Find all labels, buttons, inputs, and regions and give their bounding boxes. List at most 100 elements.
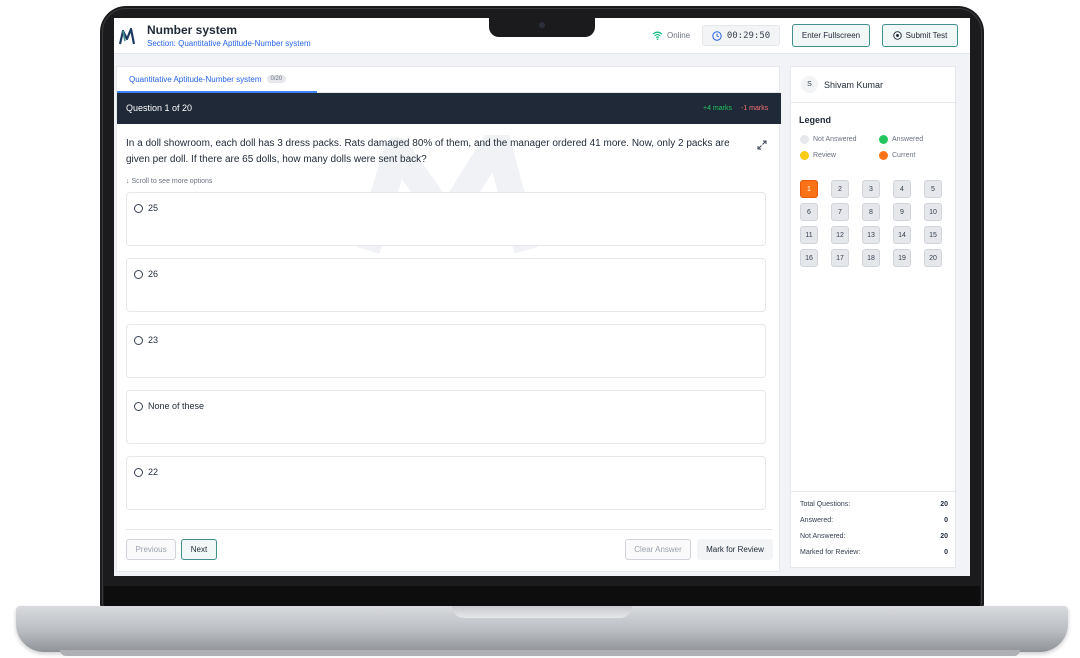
question-palette-button[interactable]: 10 bbox=[924, 203, 942, 221]
question-palette-grid: 1 2 3 4 5 6 7 8 9 10 11 12 13 14 15 16 17 18 19 20 bbox=[800, 180, 950, 267]
stat-label: Not Answered: bbox=[800, 532, 846, 540]
previous-button[interactable]: Previous bbox=[126, 539, 176, 560]
camera-icon bbox=[539, 22, 545, 28]
enter-fullscreen-button[interactable]: Enter Fullscreen bbox=[792, 24, 870, 47]
tab-label: Quantitative Aptitude-Number system bbox=[129, 74, 262, 84]
scroll-hint: ↓ Scroll to see more options bbox=[126, 178, 213, 185]
legend-title: Legend bbox=[799, 115, 832, 125]
stat-total-questions: Total Questions: 20 bbox=[791, 496, 957, 512]
page-title: Number system bbox=[147, 23, 238, 37]
close-circle-icon bbox=[892, 31, 902, 40]
laptop-base bbox=[16, 606, 1068, 652]
radio-button[interactable] bbox=[134, 402, 143, 411]
tab-quantitative-aptitude[interactable]: Quantitative Aptitude-Number system 0/20 bbox=[117, 67, 317, 93]
legend-current: Current bbox=[879, 151, 915, 160]
mark-for-review-button[interactable]: Mark for Review bbox=[697, 539, 773, 560]
question-palette-button[interactable]: 12 bbox=[831, 226, 849, 244]
bottom-bezel bbox=[104, 586, 980, 608]
laptop-base-shadow bbox=[60, 650, 1020, 656]
question-palette-button[interactable]: 2 bbox=[831, 180, 849, 198]
submit-test-label: Submit Test bbox=[905, 31, 948, 40]
submit-test-button[interactable]: Submit Test bbox=[882, 24, 958, 47]
question-palette-button[interactable]: 5 bbox=[924, 180, 942, 198]
countdown-timer: 00:29:50 bbox=[702, 25, 780, 46]
option-3[interactable]: 23 bbox=[126, 324, 766, 378]
online-label: Online bbox=[667, 31, 691, 40]
question-palette-sidebar: S Shivam Kumar Legend Not Answered Answe… bbox=[790, 66, 957, 568]
question-palette-button[interactable]: 13 bbox=[862, 226, 880, 244]
user-name: Shivam Kumar bbox=[824, 80, 884, 90]
section-subtitle: Section: Quantitative Aptitude-Number sy… bbox=[147, 39, 311, 48]
stat-value: 20 bbox=[940, 500, 948, 508]
question-text: In a doll showroom, each doll has 3 dres… bbox=[126, 138, 730, 165]
question-palette-button[interactable]: 7 bbox=[831, 203, 849, 221]
legend-answered: Answered bbox=[879, 135, 923, 144]
question-palette-button[interactable]: 3 bbox=[862, 180, 880, 198]
radio-button[interactable] bbox=[134, 270, 143, 279]
app-logo-icon bbox=[119, 27, 135, 45]
legend-review: Review bbox=[800, 151, 836, 160]
question-palette-button[interactable]: 18 bbox=[862, 249, 880, 267]
camera-notch bbox=[489, 18, 595, 37]
option-label: None of these bbox=[148, 401, 205, 411]
radio-button[interactable] bbox=[134, 468, 143, 477]
legend-label: Review bbox=[813, 152, 836, 159]
footer-divider bbox=[126, 529, 772, 530]
connection-status: Online bbox=[652, 31, 690, 40]
question-palette-button[interactable]: 11 bbox=[800, 226, 818, 244]
question-header: Question 1 of 20 +4 marks -1 marks bbox=[117, 93, 781, 124]
timer-value: 00:29:50 bbox=[726, 30, 771, 41]
tab-progress-badge: 0/20 bbox=[266, 75, 287, 83]
legend-label: Not Answered bbox=[813, 136, 857, 143]
stat-value: 20 bbox=[940, 532, 948, 540]
next-button[interactable]: Next bbox=[181, 539, 217, 560]
option-label: 25 bbox=[148, 203, 159, 213]
clock-icon bbox=[712, 30, 722, 41]
radio-button[interactable] bbox=[134, 204, 143, 213]
trackpad-notch bbox=[452, 606, 632, 618]
stat-value: 0 bbox=[944, 548, 948, 556]
option-label: 22 bbox=[148, 467, 159, 477]
wifi-icon bbox=[652, 31, 663, 40]
stat-label: Total Questions: bbox=[800, 500, 851, 508]
stat-value: 0 bbox=[944, 516, 948, 524]
legend-not-answered: Not Answered bbox=[800, 135, 857, 144]
legend-label: Answered bbox=[892, 136, 924, 143]
question-palette-button[interactable]: 8 bbox=[862, 203, 880, 221]
clear-answer-button[interactable]: Clear Answer bbox=[625, 539, 691, 560]
question-palette-button[interactable]: 14 bbox=[893, 226, 911, 244]
question-panel: Quantitative Aptitude-Number system 0/20… bbox=[116, 66, 781, 572]
avatar: S bbox=[801, 76, 818, 93]
question-palette-button[interactable]: 15 bbox=[924, 226, 942, 244]
radio-button[interactable] bbox=[134, 336, 143, 345]
answered-dot-icon bbox=[879, 135, 888, 144]
question-palette-button[interactable]: 19 bbox=[893, 249, 911, 267]
screen: Number system Section: Quantitative Apti… bbox=[114, 18, 970, 576]
option-1[interactable]: 25 bbox=[126, 192, 766, 246]
review-dot-icon bbox=[800, 151, 809, 160]
question-number: Question 1 of 20 bbox=[126, 103, 193, 113]
question-palette-button[interactable]: 4 bbox=[893, 180, 911, 198]
current-dot-icon bbox=[879, 151, 888, 160]
question-palette-button[interactable]: 17 bbox=[831, 249, 849, 267]
user-info: S Shivam Kumar bbox=[791, 67, 957, 103]
option-2[interactable]: 26 bbox=[126, 258, 766, 312]
question-palette-button[interactable]: 1 bbox=[800, 180, 818, 198]
question-palette-button[interactable]: 9 bbox=[893, 203, 911, 221]
not-answered-dot-icon bbox=[800, 135, 809, 144]
stat-label: Marked for Review: bbox=[800, 548, 861, 556]
option-5[interactable]: 22 bbox=[126, 456, 766, 510]
stat-not-answered: Not Answered: 20 bbox=[791, 528, 957, 544]
legend-label: Current bbox=[892, 152, 916, 159]
question-palette-button[interactable]: 6 bbox=[800, 203, 818, 221]
option-label: 26 bbox=[148, 269, 159, 279]
expand-icon[interactable] bbox=[757, 140, 767, 150]
stat-label: Answered: bbox=[800, 516, 834, 524]
stat-marked-for-review: Marked for Review: 0 bbox=[791, 544, 957, 560]
question-palette-button[interactable]: 16 bbox=[800, 249, 818, 267]
option-4[interactable]: None of these bbox=[126, 390, 766, 444]
section-tabs: Quantitative Aptitude-Number system 0/20 bbox=[117, 67, 781, 93]
question-palette-button[interactable]: 20 bbox=[924, 249, 942, 267]
positive-marks: +4 marks bbox=[703, 105, 732, 112]
summary-stats: Total Questions: 20 Answered: 0 Not Answ… bbox=[791, 491, 957, 560]
